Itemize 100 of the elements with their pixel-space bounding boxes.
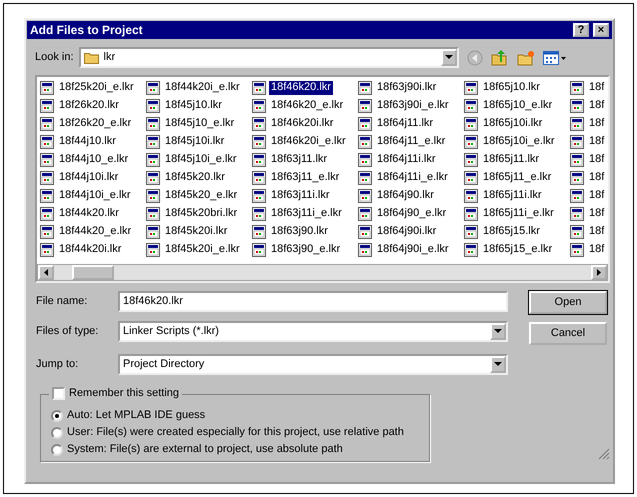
file-icon [40,81,54,95]
file-item[interactable]: 18f45j10i.lkr [163,135,226,149]
window-title: Add Files to Project [30,22,143,38]
file-item[interactable]: 18f45k20_e.lkr [163,189,240,203]
file-item[interactable]: 18f64j90i.lkr [375,225,438,239]
file-item[interactable]: 18f65j10_e.lkr [481,99,554,113]
file-icon [252,225,266,239]
file-item[interactable]: 18f44k20_e.lkr [57,225,134,239]
file-item[interactable]: 18f [587,243,606,257]
file-icon [252,243,266,257]
radio-button[interactable] [51,444,63,456]
file-icon [570,243,584,257]
file-item[interactable]: 18f65j15.lkr [481,225,542,239]
file-icon [40,207,54,221]
file-icon [570,225,584,239]
file-item[interactable]: 18f65j15_e.lkr [481,243,554,257]
view-menu-icon[interactable] [542,50,567,66]
file-icon [358,207,372,221]
file-item[interactable]: 18f64j11i_e.lkr [375,171,450,185]
scroll-right-button[interactable] [591,265,607,280]
file-item[interactable]: 18f [587,135,606,149]
remember-checkbox[interactable] [52,387,65,400]
file-item[interactable]: 18f65j11i_e.lkr [481,207,556,221]
file-icon [464,117,478,131]
file-item[interactable]: 18f44j10i.lkr [57,171,120,185]
file-item[interactable]: 18f [587,81,606,95]
file-item[interactable]: 18f65j10.lkr [481,81,542,95]
scroll-left-button[interactable] [38,265,54,280]
file-item[interactable]: 18f65j10i_e.lkr [481,135,557,149]
jump-to-label: Jump to: [36,358,80,372]
jump-to-dropdown[interactable]: Project Directory [118,354,508,375]
file-item[interactable]: 18f44k20i.lkr [57,243,124,257]
file-icon [252,117,266,131]
scrollbar-thumb[interactable] [72,265,114,280]
file-item[interactable]: 18f64j90_e.lkr [375,207,448,221]
radio-button[interactable] [51,410,63,422]
file-name-field[interactable]: 18f46k20.lkr [118,291,508,312]
file-item[interactable]: 18f [587,171,606,185]
file-item[interactable]: 18f26k20.lkr [57,99,121,113]
file-item[interactable]: 18f63j11i.lkr [269,189,332,203]
file-item[interactable]: 18f46k20.lkr [269,81,333,95]
dialog-button[interactable]: Cancel [529,322,607,345]
file-icon [252,81,266,95]
file-item[interactable]: 18f26k20_e.lkr [57,117,134,131]
file-item[interactable]: 18f46k20_e.lkr [269,99,346,113]
close-button[interactable]: × [593,23,609,37]
file-item[interactable]: 18f44k20i_e.lkr [163,81,242,95]
file-item[interactable]: 18f64j90.lkr [375,189,436,203]
file-item[interactable]: 18f65j10i.lkr [481,117,544,131]
file-item[interactable]: 18f63j11i_e.lkr [269,207,344,221]
file-item[interactable]: 18f63j11_e.lkr [269,171,342,185]
file-item[interactable]: 18f45k20i_e.lkr [163,243,242,257]
file-item[interactable]: 18f63j90i_e.lkr [375,99,451,113]
file-item[interactable]: 18f63j90.lkr [269,225,330,239]
file-item[interactable]: 18f65j11.lkr [481,153,542,167]
file-item[interactable]: 18f45k20i.lkr [163,225,230,239]
up-folder-icon[interactable] [490,50,509,66]
file-item[interactable]: 18f [587,189,606,203]
file-item[interactable]: 18f44k20.lkr [57,207,121,221]
file-item[interactable]: 18f44j10i_e.lkr [57,189,133,203]
file-icon [464,225,478,239]
file-item[interactable]: 18f25k20i_e.lkr [57,81,136,95]
file-item[interactable]: 18f44j10_e.lkr [57,153,130,167]
file-item[interactable]: 18f45k20bri.lkr [163,207,240,221]
file-item[interactable]: 18f64j11.lkr [375,117,436,131]
file-item[interactable]: 18f63j11.lkr [269,153,330,167]
file-icon [358,171,372,185]
file-item[interactable]: 18f65j11i.lkr [481,189,544,203]
file-item[interactable]: 18f [587,207,606,221]
file-item[interactable]: 18f45j10i_e.lkr [163,153,239,167]
help-button[interactable]: ? [573,23,589,37]
dialog-button[interactable]: Open [529,291,607,314]
file-item[interactable]: 18f63j90_e.lkr [269,243,342,257]
look-in-dropdown[interactable]: lkr [78,47,459,68]
file-item[interactable]: 18f63j90i.lkr [375,81,438,95]
file-item[interactable]: 18f44j10.lkr [57,135,118,149]
file-item[interactable]: 18f45j10_e.lkr [163,117,236,131]
horizontal-scrollbar[interactable] [37,264,608,281]
resize-grip-icon[interactable] [598,448,610,460]
file-icon [146,153,160,167]
file-item[interactable]: 18f64j11_e.lkr [375,135,448,149]
new-folder-icon[interactable] [516,50,535,66]
file-icon [40,171,54,185]
file-icon [358,189,372,203]
file-item[interactable]: 18f65j11_e.lkr [481,171,554,185]
file-item[interactable]: 18f46k20i_e.lkr [269,135,348,149]
file-item[interactable]: 18f [587,225,606,239]
file-item[interactable]: 18f46k20i.lkr [269,117,336,131]
file-item[interactable]: 18f64j11i.lkr [375,153,438,167]
radio-button[interactable] [51,426,63,439]
file-item[interactable]: 18f45j10.lkr [163,99,224,113]
back-icon[interactable] [466,50,483,66]
file-type-dropdown[interactable]: Linker Scripts (*.lkr) [118,321,508,342]
file-item[interactable]: 18f64j90i_e.lkr [375,243,451,257]
file-item[interactable]: 18f45k20.lkr [163,171,227,185]
file-item[interactable]: 18f [587,153,606,167]
file-item[interactable]: 18f [587,99,606,113]
file-name-label: File name: [36,294,88,308]
file-icon [570,207,584,221]
file-item[interactable]: 18f [587,117,606,131]
